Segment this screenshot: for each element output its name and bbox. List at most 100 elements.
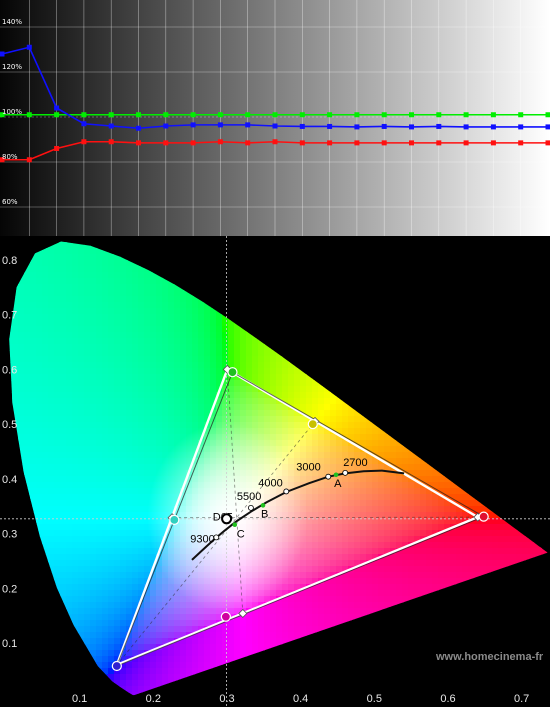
cie-color-cell (108, 500, 115, 507)
cie-color-cell (306, 446, 313, 453)
cie-color-cell (36, 476, 43, 483)
cie-color-cell (240, 386, 247, 393)
cie-color-cell (84, 314, 91, 321)
cie-color-cell (96, 542, 103, 549)
cie-color-cell (150, 398, 157, 405)
rgb-series-point (272, 123, 278, 129)
cie-color-cell (240, 356, 247, 363)
cie-color-cell (180, 374, 187, 381)
cie-color-cell (228, 338, 235, 345)
cie-color-cell (474, 542, 481, 549)
cie-color-cell (72, 326, 79, 333)
cie-color-cell (84, 326, 91, 333)
cie-color-cell (384, 530, 391, 537)
cie-color-cell (138, 476, 145, 483)
cie-color-cell (372, 536, 379, 543)
cie-color-cell (102, 362, 109, 369)
cie-color-cell (120, 512, 127, 519)
cie-color-cell (168, 386, 175, 393)
cie-color-cell (66, 452, 73, 459)
cie-color-cell (102, 542, 109, 549)
cie-color-cell (138, 512, 145, 519)
cie-color-cell (150, 422, 157, 429)
cie-color-cell (504, 524, 511, 531)
cie-color-cell (330, 494, 337, 501)
cie-color-cell (174, 392, 181, 399)
cie-color-cell (126, 536, 133, 543)
cie-color-cell (108, 410, 115, 417)
cie-color-cell (108, 464, 115, 471)
cie-color-cell (348, 422, 355, 429)
cie-color-cell (456, 494, 463, 501)
cie-color-cell (30, 302, 37, 309)
cie-color-cell (126, 374, 133, 381)
cie-color-cell (42, 326, 49, 333)
cie-color-cell (36, 320, 43, 327)
cie-color-cell (18, 416, 25, 423)
cie-color-cell (468, 542, 475, 549)
cie-color-cell (90, 332, 97, 339)
cie-color-cell (132, 548, 139, 555)
cie-color-cell (96, 464, 103, 471)
cie-color-cell (66, 554, 73, 561)
cie-color-cell (402, 500, 409, 507)
cie-color-cell (60, 542, 67, 549)
cie-color-cell (36, 392, 43, 399)
cie-color-cell (54, 476, 61, 483)
cie-color-cell (60, 422, 67, 429)
rgb-series-point (0, 51, 5, 57)
cie-color-cell (102, 368, 109, 375)
cie-color-cell (144, 548, 151, 555)
cie-color-cell (384, 524, 391, 531)
cie-color-cell (438, 500, 445, 507)
cie-color-cell (324, 458, 331, 465)
cie-color-cell (294, 416, 301, 423)
cie-color-cell (36, 374, 43, 381)
cie-color-cell (192, 380, 199, 387)
cie-color-cell (174, 428, 181, 435)
cie-color-cell (138, 482, 145, 489)
cie-color-cell (156, 290, 163, 297)
cie-color-cell (120, 368, 127, 375)
cie-color-cell (234, 344, 241, 351)
cie-color-cell (438, 482, 445, 489)
cie-color-cell (144, 338, 151, 345)
cie-color-cell (54, 296, 61, 303)
cie-color-cell (186, 296, 193, 303)
cie-color-cell (312, 452, 319, 459)
cie-color-cell (72, 416, 79, 423)
cie-color-cell (126, 308, 133, 315)
cie-color-cell (114, 386, 121, 393)
cie-color-cell (48, 314, 55, 321)
cie-color-cell (168, 320, 175, 327)
cie-color-cell (210, 386, 217, 393)
cie-color-cell (354, 524, 361, 531)
cie-color-cell (90, 464, 97, 471)
cie-color-cell (78, 458, 85, 465)
cie-color-cell (144, 356, 151, 363)
cie-color-cell (126, 302, 133, 309)
cie-color-cell (84, 374, 91, 381)
cie-color-cell (408, 524, 415, 531)
cie-color-cell (36, 440, 43, 447)
cie-color-cell (498, 536, 505, 543)
cie-color-cell (198, 398, 205, 405)
cie-color-cell (132, 404, 139, 411)
cie-color-cell (108, 284, 115, 291)
cie-color-cell (198, 404, 205, 411)
cie-color-cell (84, 482, 91, 489)
cie-color-cell (60, 410, 67, 417)
cie-color-cell (144, 434, 151, 441)
cie-color-cell (180, 392, 187, 399)
cie-color-cell (288, 398, 295, 405)
cie-color-cell (156, 374, 163, 381)
cie-color-cell (150, 428, 157, 435)
cie-color-cell (156, 428, 163, 435)
cie-color-cell (108, 266, 115, 273)
cie-color-cell (18, 350, 25, 357)
cie-color-cell (72, 296, 79, 303)
cie-color-cell (162, 332, 169, 339)
cie-color-cell (54, 554, 61, 561)
cie-color-cell (42, 452, 49, 459)
cie-color-cell (156, 422, 163, 429)
